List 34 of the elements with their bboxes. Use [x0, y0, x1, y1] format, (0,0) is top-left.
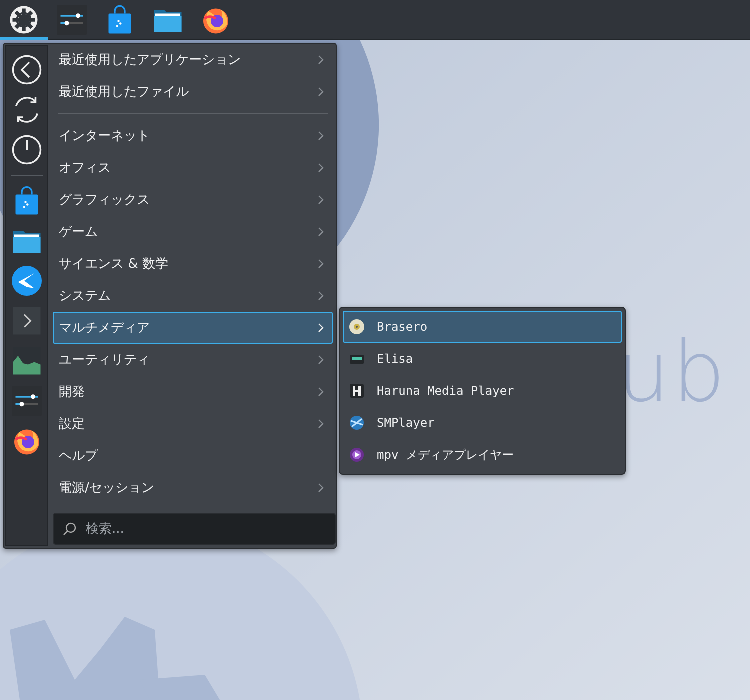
favorite-item[interactable] — [12, 55, 42, 85]
menu-category[interactable]: 設定 — [53, 408, 333, 440]
submenu-item[interactable]: Haruna Media Player — [343, 375, 622, 407]
back-icon — [12, 55, 42, 85]
terminal-icon — [12, 306, 42, 336]
menu-category[interactable]: 最近使用したファイル — [53, 76, 333, 108]
menu-category[interactable]: サイエンス & 数学 — [53, 248, 333, 280]
menu-category[interactable]: ヘルプ — [53, 440, 333, 472]
menu-category[interactable]: インターネット — [53, 120, 333, 152]
gear-icon — [9, 4, 39, 34]
menu-category[interactable]: ユーティリティ — [53, 344, 333, 376]
menu-category[interactable]: グラフィックス — [53, 184, 333, 216]
favorite-item[interactable] — [12, 135, 42, 165]
submenu-item[interactable]: Brasero — [343, 311, 622, 343]
favorite-item[interactable] — [12, 306, 42, 336]
bird-icon — [12, 266, 42, 296]
search-icon — [63, 522, 77, 536]
menu-category[interactable]: ゲーム — [53, 216, 333, 248]
menu-category[interactable]: システム — [53, 280, 333, 312]
submenu-item[interactable]: mpv メディアプレイヤー — [343, 439, 622, 471]
sliders-icon — [57, 4, 87, 34]
disc-icon — [349, 319, 365, 335]
power-icon — [12, 135, 42, 165]
submenu-item[interactable]: SMPlayer — [343, 407, 622, 439]
play-icon — [349, 447, 365, 463]
menu-category[interactable]: オフィス — [53, 152, 333, 184]
search-field[interactable]: 検索... — [53, 513, 336, 545]
favorite-item[interactable] — [12, 266, 42, 296]
menu-category[interactable]: 電源/セッション — [53, 472, 333, 504]
globe-icon — [349, 415, 365, 431]
menu-category[interactable]: マルチメディア — [53, 312, 333, 344]
menu-category[interactable]: 最近使用したアプリケーション — [53, 44, 333, 76]
submenu-item[interactable]: Elisa — [343, 343, 622, 375]
menu-category[interactable]: 開発 — [53, 376, 333, 408]
